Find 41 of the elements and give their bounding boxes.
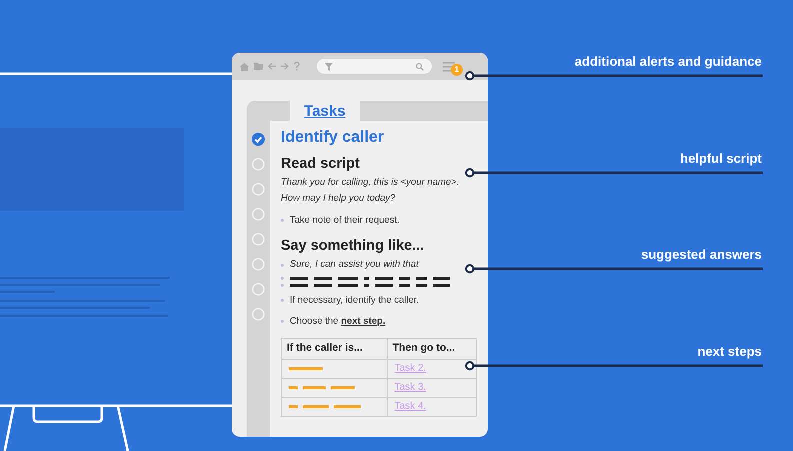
search-icon	[416, 62, 424, 70]
back-icon[interactable]	[268, 63, 276, 70]
callout-label: next steps	[698, 345, 762, 358]
bullet-icon	[281, 320, 284, 324]
script-text: Thank you for calling, this is <your name>. How may I help you today?	[281, 176, 460, 206]
empty-circle-icon[interactable]	[252, 183, 265, 196]
column-header: If the caller is...	[282, 338, 388, 360]
forward-icon[interactable]	[281, 63, 289, 70]
task-heading: Identify caller	[281, 130, 386, 146]
column-header: Then go to...	[387, 338, 476, 360]
bullet-icon	[281, 284, 284, 286]
tab[interactable]: Tasks	[290, 101, 360, 121]
bullet-icon	[281, 264, 284, 267]
bullet-text: Choose the next step.	[290, 314, 386, 329]
bullet-icon	[281, 276, 284, 280]
placeholder-text-drawing	[289, 386, 355, 390]
placeholder-text-drawing	[289, 405, 361, 409]
empty-circle-icon[interactable]	[252, 308, 265, 321]
empty-circle-icon[interactable]	[252, 258, 265, 271]
notification-badge: 1	[451, 64, 463, 76]
bullet-icon	[281, 219, 284, 222]
filter-icon	[325, 62, 333, 70]
bullet-icon	[281, 299, 284, 302]
home-icon	[240, 62, 249, 70]
empty-circle-icon[interactable]	[252, 233, 265, 246]
empty-circle-icon[interactable]	[252, 283, 265, 296]
bullet-text: If necessary, identify the caller.	[290, 294, 420, 308]
search-field[interactable]	[317, 59, 432, 74]
help-icon[interactable]	[294, 62, 300, 71]
section-heading: Read script	[281, 157, 361, 172]
bullet-text: Sure, I can assist you with that	[290, 258, 419, 272]
empty-circle-icon[interactable]	[252, 208, 265, 221]
callout-label: suggested answers	[641, 248, 762, 261]
callout-label: additional alerts and guidance	[574, 55, 762, 68]
checked-circle-icon[interactable]	[252, 133, 265, 146]
section-heading: Say something like...	[281, 238, 426, 254]
menu-icon[interactable]	[443, 62, 455, 72]
callout-label: helpful script	[680, 152, 762, 165]
folder-icon	[254, 63, 263, 70]
empty-circle-icon[interactable]	[252, 158, 265, 171]
bullet-text: Take note of their request.	[290, 214, 400, 228]
